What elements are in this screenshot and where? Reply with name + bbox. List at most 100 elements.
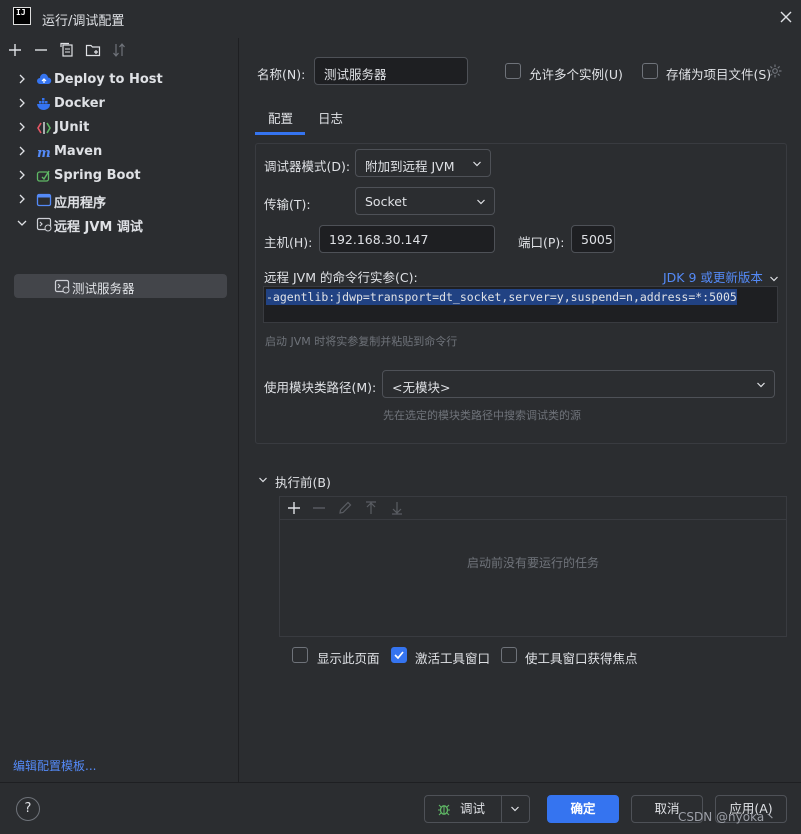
chevron-down-icon[interactable] xyxy=(258,475,268,485)
jdk-version-link[interactable]: JDK 9 或更新版本 xyxy=(663,267,779,286)
sort-icon[interactable] xyxy=(111,42,127,58)
junit-icon xyxy=(37,122,51,134)
intellij-logo-icon: IJ xyxy=(13,7,31,25)
port-field[interactable]: 5005 xyxy=(571,225,615,253)
module-classpath-label: 使用模块类路径(M): xyxy=(264,380,377,395)
name-field[interactable]: 测试服务器 xyxy=(314,57,468,85)
activate-tool-window-checkbox[interactable] xyxy=(391,647,407,663)
activate-tool-window-label: 激活工具窗口 xyxy=(415,651,491,666)
chevron-right-icon[interactable] xyxy=(16,121,28,133)
config-tree-panel: Deploy to Host Docker JUnit m Maven Spri… xyxy=(0,38,239,782)
focus-tool-window-label: 使工具窗口获得焦点 xyxy=(525,651,638,666)
port-label: 端口(P): xyxy=(518,235,565,250)
debug-label: 调试 xyxy=(460,801,486,816)
tree-item-label: Spring Boot xyxy=(54,168,141,183)
docker-icon xyxy=(37,98,50,110)
copy-icon[interactable] xyxy=(59,42,75,58)
focus-tool-window-checkbox[interactable] xyxy=(501,647,517,663)
tree-item-label: JUnit xyxy=(54,120,90,135)
chevron-right-icon[interactable] xyxy=(16,193,28,205)
name-label: 名称(N): xyxy=(257,67,306,82)
transport-select[interactable]: Socket xyxy=(355,187,495,215)
chevron-right-icon[interactable] xyxy=(16,169,28,181)
chevron-right-icon[interactable] xyxy=(16,97,28,109)
module-classpath-select[interactable]: <无模块> xyxy=(382,370,775,398)
tree-item-test-server[interactable]: 测试服务器 xyxy=(14,274,227,298)
tab-configuration[interactable]: 配置 xyxy=(268,108,293,127)
add-icon[interactable] xyxy=(7,42,23,58)
new-folder-icon[interactable] xyxy=(85,42,101,58)
edit-icon[interactable] xyxy=(337,500,353,516)
chevron-right-icon[interactable] xyxy=(16,145,28,157)
debugger-mode-value: 附加到远程 JVM xyxy=(365,159,455,174)
allow-multiple-checkbox[interactable] xyxy=(505,63,521,79)
help-button[interactable]: ? xyxy=(16,797,40,821)
remove-icon[interactable] xyxy=(311,500,327,516)
tree-item-label: Deploy to Host xyxy=(54,72,163,87)
tree-item-label: Maven xyxy=(54,144,103,159)
tab-logs[interactable]: 日志 xyxy=(318,108,343,127)
tree-item-label: 远程 JVM 调试 xyxy=(54,220,143,235)
move-up-icon[interactable] xyxy=(363,500,379,516)
window-title: 运行/调试配置 xyxy=(42,14,125,29)
chevron-right-icon[interactable] xyxy=(16,73,28,85)
svg-text:m: m xyxy=(37,146,51,160)
allow-multiple-label: 允许多个实例(U) xyxy=(529,67,623,82)
spring-boot-icon xyxy=(36,170,50,182)
host-field[interactable]: 192.168.30.147 xyxy=(319,225,495,253)
module-classpath-hint: 先在选定的模块类路径中搜索调试类的源 xyxy=(383,409,581,422)
tree-item-maven[interactable]: m Maven xyxy=(0,140,239,164)
before-launch-toolbar xyxy=(280,497,786,520)
module-classpath-value: <无模块> xyxy=(392,380,451,395)
cmd-args-field[interactable]: -agentlib:jdwp=transport=dt_socket,serve… xyxy=(263,286,778,323)
remote-jvm-icon xyxy=(36,217,52,232)
remove-icon[interactable] xyxy=(33,42,49,58)
cmd-args-hint: 启动 JVM 时将实参复制并粘贴到命令行 xyxy=(265,335,458,348)
ok-button[interactable]: 确定 xyxy=(547,795,619,823)
tree-item-deploy-to-host[interactable]: Deploy to Host xyxy=(0,68,239,92)
application-icon xyxy=(36,193,52,207)
tree-item-application[interactable]: 应用程序 xyxy=(0,188,239,212)
store-as-file-checkbox[interactable] xyxy=(642,63,658,79)
debugger-mode-select[interactable]: 附加到远程 JVM xyxy=(355,149,491,177)
transport-label: 传输(T): xyxy=(264,197,311,212)
transport-value: Socket xyxy=(365,194,407,209)
before-launch-empty-text: 启动前没有要运行的任务 xyxy=(466,556,599,570)
cmd-args-text: -agentlib:jdwp=transport=dt_socket,serve… xyxy=(266,289,737,305)
edit-templates-link[interactable]: 编辑配置模板... xyxy=(13,757,96,774)
bug-icon xyxy=(438,804,450,816)
tree-item-label: 应用程序 xyxy=(54,196,107,211)
add-icon[interactable] xyxy=(286,500,302,516)
maven-icon: m xyxy=(37,146,51,160)
before-launch-label[interactable]: 执行前(B) xyxy=(275,472,331,491)
tree-toolbar xyxy=(0,38,239,64)
gear-icon[interactable] xyxy=(767,63,783,79)
show-page-label: 显示此页面 xyxy=(317,651,380,666)
store-as-file-label: 存储为项目文件(S) xyxy=(666,67,772,82)
chevron-down-icon[interactable] xyxy=(510,804,520,814)
active-tab-indicator xyxy=(255,132,305,135)
title-bar: IJ 运行/调试配置 xyxy=(0,0,801,38)
debug-button[interactable]: 调试 xyxy=(424,795,530,823)
cloud-upload-icon xyxy=(37,73,52,84)
cmd-args-label: 远程 JVM 的命令行实参(C): xyxy=(264,270,418,285)
jdk-version-label: JDK 9 或更新版本 xyxy=(663,270,763,285)
tree-item-junit[interactable]: JUnit xyxy=(0,116,239,140)
csdn-watermark: CSDN @nyoka丶 xyxy=(678,810,777,824)
tree-item-docker[interactable]: Docker xyxy=(0,92,239,116)
chevron-down-icon xyxy=(473,161,481,167)
checkmark-icon xyxy=(394,651,404,660)
before-launch-list: 启动前没有要运行的任务 xyxy=(279,496,787,637)
chevron-down-icon xyxy=(769,276,778,281)
tree-item-spring-boot[interactable]: Spring Boot xyxy=(0,164,239,188)
tree-item-label: Docker xyxy=(54,96,105,111)
host-label: 主机(H): xyxy=(264,235,313,250)
tree-item-remote-jvm-debug[interactable]: 远程 JVM 调试 xyxy=(0,212,239,236)
show-page-checkbox[interactable] xyxy=(292,647,308,663)
close-icon[interactable] xyxy=(778,9,794,25)
split-divider xyxy=(501,796,502,822)
debugger-mode-label: 调试器模式(D): xyxy=(264,159,351,174)
chevron-down-icon[interactable] xyxy=(16,217,28,229)
chevron-down-icon xyxy=(757,382,765,388)
move-down-icon[interactable] xyxy=(389,500,405,516)
